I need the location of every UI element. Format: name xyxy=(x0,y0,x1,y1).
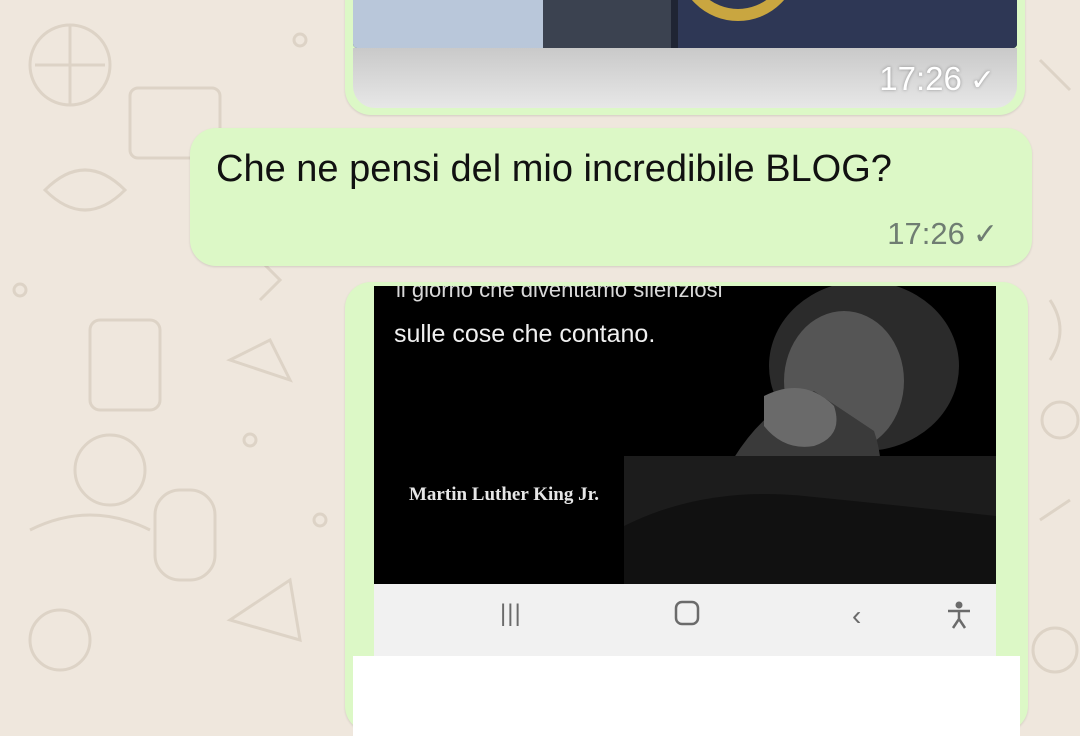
message-text: Che ne pensi del mio incredibile BLOG? xyxy=(216,148,892,190)
quote-line: il giorno che diventiamo silenziosi xyxy=(396,286,723,302)
quote-image[interactable]: il giorno che diventiamo silenziosi sull… xyxy=(374,286,996,584)
image-message-bubble[interactable]: il giorno che diventiamo silenziosi sull… xyxy=(345,282,1028,736)
back-icon: ‹ xyxy=(852,600,862,631)
home-icon xyxy=(674,600,700,633)
single-check-icon: ✓ xyxy=(969,64,995,97)
image-message-bubble[interactable]: 17:26 ✓ xyxy=(345,0,1025,115)
single-check-icon: ✓ xyxy=(972,218,998,251)
seal-image xyxy=(691,0,785,21)
message-time: 17:26 ✓ xyxy=(879,60,995,97)
quote-line: sulle cose che contano. xyxy=(394,320,656,348)
message-time: 17:26 ✓ xyxy=(887,216,998,251)
text-message-bubble[interactable]: Che ne pensi del mio incredibile BLOG? 1… xyxy=(190,128,1032,266)
recents-icon: ||| xyxy=(500,600,522,627)
quote-attribution: Martin Luther King Jr. xyxy=(409,484,600,505)
image-footer xyxy=(353,656,1020,736)
image-thumbnail[interactable] xyxy=(353,0,1017,48)
screenshot-navbar: ||| ‹ xyxy=(374,584,996,656)
accessibility-icon xyxy=(946,600,972,637)
